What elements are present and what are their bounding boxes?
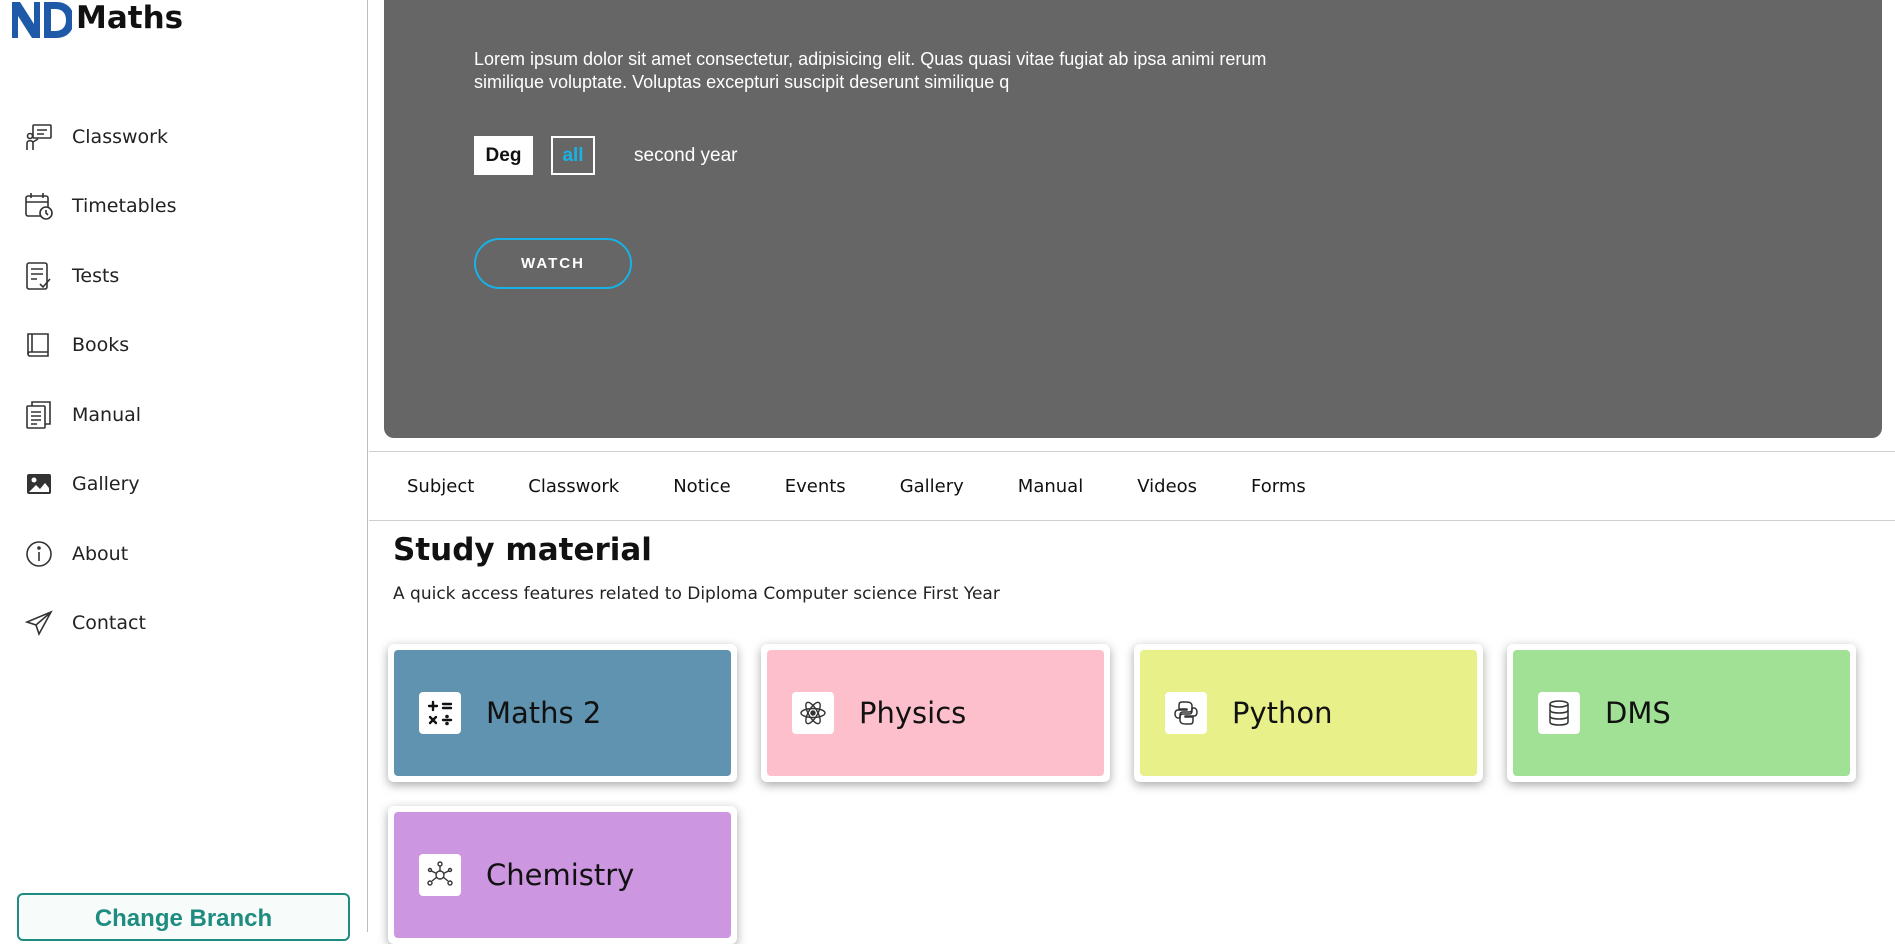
sidebar-item-tests[interactable]: Tests bbox=[24, 241, 344, 311]
sidebar: Maths Classwork Timetables Tests Books M… bbox=[0, 0, 368, 941]
subject-card-label: Maths 2 bbox=[486, 696, 602, 730]
sidebar-item-label: Books bbox=[72, 334, 130, 357]
sidebar-item-timetables[interactable]: Timetables bbox=[24, 172, 344, 242]
tab-forms[interactable]: Forms bbox=[1251, 476, 1306, 497]
subject-card-chemistry[interactable]: Chemistry bbox=[388, 806, 737, 944]
subject-card-label: Chemistry bbox=[486, 858, 635, 892]
study-material-subtitle: A quick access features related to Diplo… bbox=[393, 584, 1000, 604]
logo-icon bbox=[12, 2, 72, 38]
section-tabs: Subject Classwork Notice Events Gallery … bbox=[369, 451, 1895, 521]
tab-notice[interactable]: Notice bbox=[673, 476, 731, 497]
calendar-clock-icon bbox=[25, 193, 53, 221]
subject-card-body: Maths 2 bbox=[394, 650, 731, 776]
sidebar-nav: Classwork Timetables Tests Books Manual … bbox=[24, 102, 344, 658]
hero-banner: Lorem ipsum dolor sit amet consectetur, … bbox=[384, 0, 1882, 438]
calculator-icon bbox=[419, 692, 461, 734]
database-icon bbox=[1538, 692, 1580, 734]
subject-card-dms[interactable]: DMS bbox=[1507, 644, 1856, 782]
subject-card-body: DMS bbox=[1513, 650, 1850, 776]
subject-card-maths-2[interactable]: Maths 2 bbox=[388, 644, 737, 782]
book-icon bbox=[27, 333, 49, 358]
tab-gallery[interactable]: Gallery bbox=[900, 476, 964, 497]
image-icon bbox=[27, 474, 51, 495]
manual-document-icon bbox=[26, 400, 51, 429]
tab-events[interactable]: Events bbox=[785, 476, 846, 497]
atom-icon bbox=[792, 692, 834, 734]
sidebar-item-label: Contact bbox=[72, 612, 146, 635]
year-label: second year bbox=[634, 144, 738, 166]
sidebar-item-books[interactable]: Books bbox=[24, 311, 344, 381]
sidebar-item-label: Tests bbox=[72, 264, 120, 287]
subject-card-label: Physics bbox=[859, 696, 967, 730]
sidebar-item-manual[interactable]: Manual bbox=[24, 380, 344, 450]
subject-card-label: DMS bbox=[1605, 696, 1671, 730]
subject-card-body: Physics bbox=[767, 650, 1104, 776]
sidebar-item-gallery[interactable]: Gallery bbox=[24, 450, 344, 520]
sidebar-item-label: Gallery bbox=[72, 473, 140, 496]
tab-subject[interactable]: Subject bbox=[407, 476, 474, 497]
subject-card-body: Chemistry bbox=[394, 812, 731, 938]
hero-tags: Deg all second year bbox=[474, 136, 738, 175]
subject-card-python[interactable]: Python bbox=[1134, 644, 1483, 782]
degree-tag: Deg bbox=[474, 136, 533, 175]
subject-card-physics[interactable]: Physics bbox=[761, 644, 1110, 782]
tab-classwork[interactable]: Classwork bbox=[528, 476, 619, 497]
classwork-icon bbox=[26, 123, 52, 150]
logo[interactable]: Maths bbox=[10, 0, 183, 40]
info-icon bbox=[26, 540, 52, 567]
sidebar-item-label: About bbox=[72, 542, 129, 565]
sidebar-item-about[interactable]: About bbox=[24, 519, 344, 589]
logo-text: Maths bbox=[76, 0, 184, 36]
paper-plane-icon bbox=[24, 610, 53, 637]
sidebar-item-contact[interactable]: Contact bbox=[24, 589, 344, 659]
test-checklist-icon bbox=[26, 261, 51, 290]
sidebar-item-label: Classwork bbox=[72, 125, 168, 148]
tab-videos[interactable]: Videos bbox=[1137, 476, 1197, 497]
watch-button[interactable]: WATCH bbox=[474, 238, 632, 289]
tab-manual[interactable]: Manual bbox=[1018, 476, 1083, 497]
change-branch-button[interactable]: Change Branch bbox=[17, 893, 350, 941]
molecule-icon bbox=[419, 854, 461, 896]
sidebar-item-classwork[interactable]: Classwork bbox=[24, 102, 344, 172]
sidebar-item-label: Timetables bbox=[72, 195, 177, 218]
subject-card-label: Python bbox=[1232, 696, 1333, 730]
study-material-title: Study material bbox=[393, 532, 652, 568]
subject-card-body: Python bbox=[1140, 650, 1477, 776]
python-icon bbox=[1165, 692, 1207, 734]
all-tag: all bbox=[551, 136, 595, 175]
hero-description: Lorem ipsum dolor sit amet consectetur, … bbox=[474, 49, 1267, 92]
sidebar-item-label: Manual bbox=[72, 403, 142, 426]
